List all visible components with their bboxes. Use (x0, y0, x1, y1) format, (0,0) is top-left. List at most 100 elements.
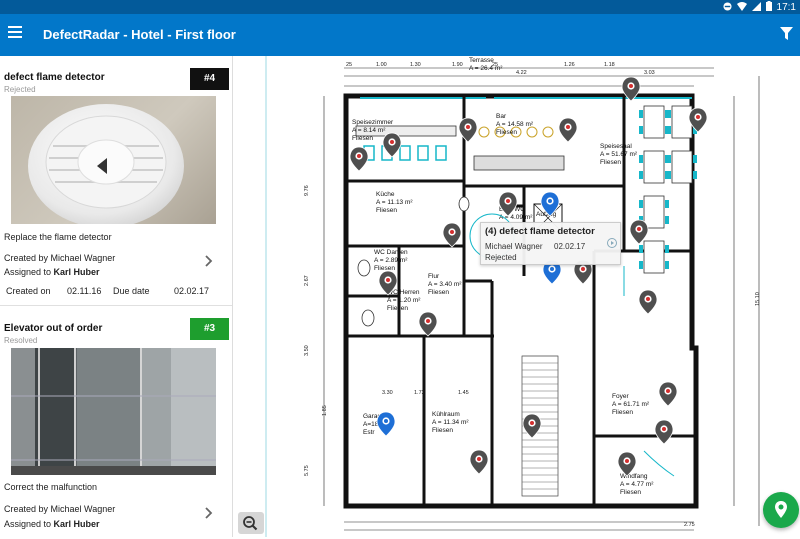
dimension-label: 25 (346, 62, 352, 68)
assigned-to-label: Assigned to (4, 519, 52, 529)
status-bar: 17:1 (0, 0, 800, 14)
svg-text:A = 61.71 m²: A = 61.71 m² (612, 401, 650, 408)
defect-marker[interactable] (349, 146, 369, 172)
assigned-to-value: Karl Huber (53, 267, 100, 277)
dining-table (643, 105, 665, 139)
defect-card[interactable]: defect flame detector Rejected #4 Replac… (0, 56, 232, 306)
dnd-icon (722, 1, 732, 14)
defect-marker[interactable] (654, 419, 674, 445)
filter-icon[interactable] (780, 27, 793, 45)
signal-icon (751, 1, 761, 14)
due-date-value: 02.02.17 (174, 286, 210, 296)
clock-time: 17:1 (776, 2, 796, 13)
svg-text:Fliesen: Fliesen (352, 135, 373, 142)
defect-number-badge: #4 (190, 68, 229, 90)
svg-text:Foyer: Foyer (612, 393, 629, 400)
defect-marker[interactable] (522, 413, 542, 439)
defect-list: defect flame detector Rejected #4 Replac… (0, 56, 233, 537)
chair (667, 126, 671, 134)
defect-status: Rejected (4, 85, 36, 94)
dimension-label: 3.30 (382, 390, 393, 396)
svg-text:Küche: Küche (376, 191, 395, 198)
popup-person: Michael Wagner (485, 242, 543, 251)
svg-text:Terrasse: Terrasse (469, 57, 494, 64)
dimension-label: 1.00 (376, 62, 387, 68)
svg-text:Flur: Flur (428, 273, 440, 280)
svg-text:A = 26.4 m²: A = 26.4 m² (469, 65, 503, 72)
chair (639, 126, 643, 134)
defect-marker[interactable] (418, 311, 438, 337)
dimension-label: 4.22 (516, 70, 527, 76)
defect-photo[interactable] (11, 96, 216, 224)
floor-plan-drawing[interactable]: 25 1.00 1.30 1.90 254.221.26 1.183.033.505.75… (264, 56, 800, 537)
svg-text:WC Damen: WC Damen (374, 249, 408, 256)
defect-title: defect flame detector (4, 72, 105, 83)
dimension-label: 1.90 (452, 62, 463, 68)
svg-text:Fliesen: Fliesen (600, 159, 621, 166)
chair (435, 145, 447, 161)
chair (639, 245, 643, 253)
popup-open-icon[interactable] (607, 238, 617, 248)
dining-table (643, 240, 665, 274)
chair (693, 155, 697, 163)
svg-text:Speisezimmer: Speisezimmer (352, 119, 394, 126)
defect-marker-selected[interactable] (376, 411, 396, 437)
defect-marker[interactable] (442, 222, 462, 248)
dining-table (643, 195, 665, 229)
dimension-label: 2.67 (304, 275, 310, 286)
defect-number-badge: #3 (190, 318, 229, 340)
dimension-label: 3.50 (304, 345, 310, 356)
chevron-right-icon[interactable] (205, 506, 213, 522)
chair (665, 200, 669, 208)
defect-marker[interactable] (658, 381, 678, 407)
room-label: FoyerA = 61.71 m²Fliesen (612, 393, 650, 416)
menu-icon[interactable] (8, 26, 22, 38)
bar-stool (526, 126, 538, 138)
created-by-label: Created by (4, 504, 49, 514)
svg-text:A = 4.77 m²: A = 4.77 m² (620, 481, 654, 488)
defect-card[interactable]: Elevator out of order Resolved #3 Correc… (0, 306, 232, 537)
created-on-label: Created on (6, 286, 51, 296)
svg-text:Fliesen: Fliesen (376, 207, 397, 214)
dimension-label: 3.03 (644, 70, 655, 76)
floor-plan[interactable]: 25 1.00 1.30 1.90 25 4.22 1.26 1.18 3.03 3.50 5.75… (264, 56, 800, 537)
assigned-to-value: Karl Huber (53, 519, 100, 529)
chair (665, 245, 669, 253)
popup-title: (4) defect flame detector (485, 226, 595, 237)
chair (417, 145, 429, 161)
defect-photo[interactable] (11, 348, 216, 475)
room-label: KühlraumA = 11.34 m²Fliesen (432, 411, 469, 434)
defect-popup[interactable]: (4) defect flame detector Michael Wagner… (480, 222, 621, 265)
created-by-label: Created by (4, 253, 49, 263)
add-defect-button[interactable] (763, 492, 799, 528)
svg-text:Fliesen: Fliesen (432, 427, 453, 434)
created-by-value: Michael Wagner (50, 504, 116, 514)
svg-text:A = 14.58 m²: A = 14.58 m² (496, 121, 534, 128)
defect-marker[interactable] (638, 289, 658, 315)
svg-text:Fliesen: Fliesen (612, 409, 633, 416)
location-pin-icon (775, 501, 787, 518)
defect-title: Elevator out of order (4, 323, 103, 334)
room-label: TerrasseA = 26.4 m² (469, 57, 503, 72)
created-by-row: Created by Michael Wagner (4, 253, 115, 263)
popup-status: Rejected (485, 253, 517, 262)
svg-text:Fliesen: Fliesen (374, 265, 395, 272)
defect-marker[interactable] (469, 449, 489, 475)
room-label: SpeisesaalA = 51.67 m²Fliesen (600, 143, 638, 166)
dimension-label: 5.75 (304, 465, 310, 476)
due-date-label: Due date (113, 286, 150, 296)
app-bar: DefectRadar - Hotel - First floor (0, 14, 800, 56)
svg-text:Fliesen: Fliesen (496, 129, 517, 136)
chevron-right-icon[interactable] (205, 254, 213, 270)
zoom-out-button[interactable] (238, 512, 264, 534)
svg-text:Kühlraum: Kühlraum (432, 411, 460, 418)
defect-marker[interactable] (629, 219, 649, 245)
room-label: FlurA = 3.40 m²Fliesen (428, 273, 462, 296)
defect-marker[interactable] (558, 117, 578, 143)
defect-marker[interactable] (458, 117, 478, 143)
dimension-label: 1.26 (564, 62, 575, 68)
chair (639, 155, 643, 163)
wifi-icon (736, 1, 747, 14)
battery-icon (765, 1, 772, 14)
dining-table (643, 150, 665, 184)
